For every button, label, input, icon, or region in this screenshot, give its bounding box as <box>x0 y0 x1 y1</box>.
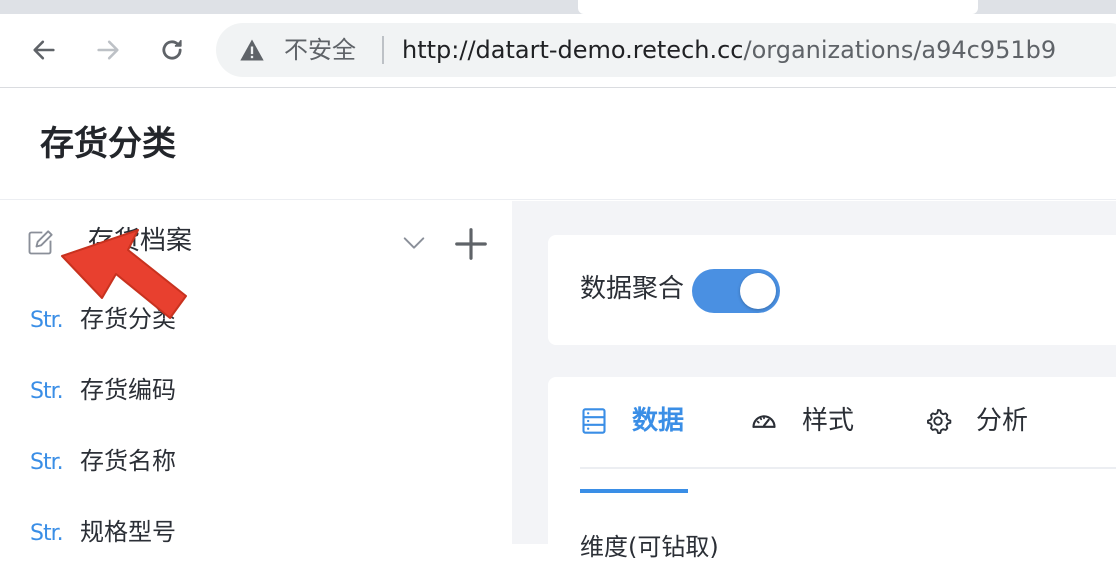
dimension-section-title: 维度(可钻取) <box>580 533 719 561</box>
warning-icon[interactable] <box>238 36 266 64</box>
url-host: http://datart-demo.retech.cc <box>402 36 744 64</box>
reload-button[interactable] <box>150 28 194 72</box>
dashboard-icon <box>752 415 776 428</box>
aggregate-label: 数据聚合 <box>580 274 685 304</box>
browser-tabstrip <box>0 0 1116 14</box>
url-text[interactable]: http://datart-demo.retech.cc/organizatio… <box>402 35 1056 65</box>
gear-icon <box>927 408 952 434</box>
browser-tab[interactable] <box>578 0 978 14</box>
browser-toolbar: 不安全 http://datart-demo.retech.cc/organiz… <box>0 14 1116 88</box>
field-item[interactable]: Str. 存货名称 <box>30 443 470 483</box>
page-title[interactable]: 存货分类 <box>40 122 176 166</box>
config-tabs-card: 数据 样式 分析 维度(可钻取) <box>548 377 1116 577</box>
field-item[interactable]: Str. 存货编码 <box>30 372 470 412</box>
edit-icon[interactable] <box>26 229 54 257</box>
app-header: 存货分类 <box>0 88 1116 200</box>
field-name: 存货名称 <box>80 447 176 475</box>
arrow-right-icon <box>97 40 119 60</box>
field-name: 存货编码 <box>80 376 176 404</box>
url-path: /organizations/a94c951b9 <box>743 36 1057 64</box>
security-label[interactable]: 不安全 <box>284 35 356 65</box>
field-item[interactable]: Str. 规格型号 <box>30 514 470 554</box>
chevron-down-icon[interactable] <box>400 229 428 257</box>
string-type-icon: Str. <box>30 450 64 475</box>
address-divider <box>382 36 384 64</box>
arrow-left-icon <box>33 40 55 60</box>
aggregate-card: 数据聚合 <box>548 235 1116 345</box>
tab-label: 数据 <box>632 406 685 436</box>
annotation-arrow-icon <box>61 229 187 319</box>
active-tab-indicator <box>580 489 688 493</box>
tab-label: 分析 <box>976 406 1029 436</box>
chart-config-area: 数据聚合 数据 样式 分析 维度(可钻取) <box>512 201 1116 577</box>
config-tabs: 数据 样式 分析 <box>580 377 1116 493</box>
address-bar[interactable]: 不安全 http://datart-demo.retech.cc/organiz… <box>216 23 1116 77</box>
string-type-icon: Str. <box>30 521 64 546</box>
database-icon <box>582 408 606 434</box>
aggregate-toggle[interactable] <box>692 269 780 313</box>
string-type-icon: Str. <box>30 308 64 333</box>
back-button[interactable] <box>22 28 66 72</box>
forward-button[interactable] <box>86 28 130 72</box>
tab-label: 样式 <box>802 406 855 436</box>
string-type-icon: Str. <box>30 379 64 404</box>
reload-icon <box>162 40 182 60</box>
field-name: 规格型号 <box>80 518 176 546</box>
toggle-knob <box>740 273 776 309</box>
plus-icon[interactable] <box>452 225 490 263</box>
